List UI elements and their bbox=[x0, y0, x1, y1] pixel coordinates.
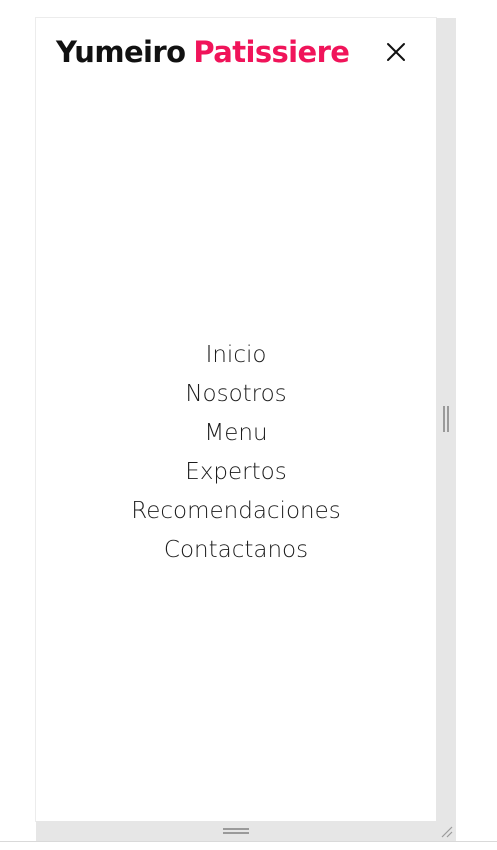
close-menu-button[interactable] bbox=[384, 40, 408, 64]
nav-item-menu[interactable]: Menu bbox=[36, 414, 436, 453]
nav-item-nosotros[interactable]: Nosotros bbox=[36, 375, 436, 414]
nav-item-contactanos[interactable]: Contactanos bbox=[36, 531, 436, 570]
close-icon bbox=[387, 43, 405, 61]
grip-line bbox=[447, 406, 449, 432]
vertical-grip-icon[interactable] bbox=[443, 406, 449, 432]
mobile-viewport: Yumeiro Patissiere Inicio Nosotros Menu E… bbox=[36, 18, 436, 821]
brand-name-primary: Yumeiro bbox=[56, 35, 186, 69]
bottom-divider bbox=[0, 841, 497, 842]
grip-line bbox=[223, 832, 249, 834]
grip-line bbox=[443, 406, 445, 432]
horizontal-grip-icon[interactable] bbox=[223, 828, 249, 834]
brand-name-accent: Patissiere bbox=[193, 35, 350, 69]
nav-item-recomendaciones[interactable]: Recomendaciones bbox=[36, 492, 436, 531]
mobile-nav-menu: Inicio Nosotros Menu Expertos Recomendac… bbox=[36, 336, 436, 570]
resize-corner-icon[interactable] bbox=[438, 823, 454, 839]
brand-logo[interactable]: Yumeiro Patissiere bbox=[56, 32, 350, 72]
nav-item-expertos[interactable]: Expertos bbox=[36, 453, 436, 492]
grip-line bbox=[223, 828, 249, 830]
diagonal-grip-icon bbox=[441, 826, 453, 838]
nav-item-inicio[interactable]: Inicio bbox=[36, 336, 436, 375]
responsive-preview: Yumeiro Patissiere Inicio Nosotros Menu E… bbox=[0, 0, 497, 850]
